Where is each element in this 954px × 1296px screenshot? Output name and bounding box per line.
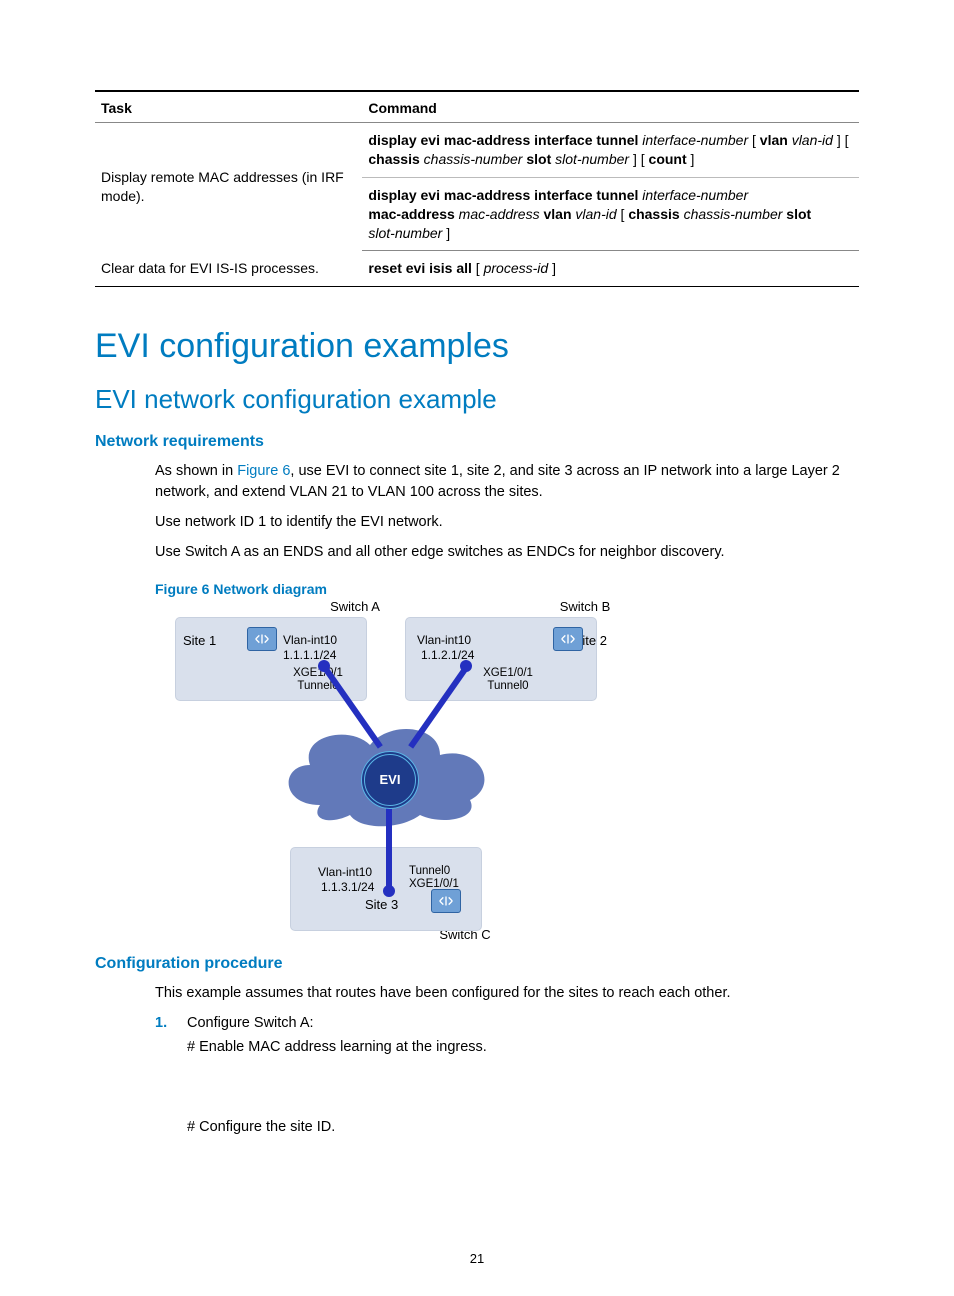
link-end-icon (318, 660, 330, 672)
router-icon (247, 627, 277, 651)
ip-c-label: 1.1.3.1/24 (321, 880, 374, 894)
task-cell: Clear data for EVI IS-IS processes. (95, 251, 362, 287)
page-title: EVI configuration examples (95, 327, 859, 366)
switch-a-label: Switch A (315, 599, 395, 614)
router-icon (553, 627, 583, 651)
link-end-icon (383, 885, 395, 897)
command-table: Task Command Display remote MAC addresse… (95, 90, 859, 287)
table-row: Clear data for EVI IS-IS processes. rese… (95, 251, 859, 287)
xge-c-label: Tunnel0XGE1/0/1 (409, 865, 479, 891)
command-cell: reset evi isis all [ process-id ] (362, 251, 859, 287)
paragraph: Use Switch A as an ENDS and all other ed… (155, 542, 859, 562)
command-cell: display evi mac-address interface tunnel… (362, 177, 859, 251)
switch-b-label: Switch B (545, 599, 625, 614)
th-task: Task (95, 91, 362, 123)
paragraph: This example assumes that routes have be… (155, 983, 859, 1003)
figure-caption: Figure 6 Network diagram (155, 581, 859, 597)
list-number: 1. (155, 1013, 187, 1033)
network-diagram: Switch A Switch B Switch C Site 1 Site 2… (175, 605, 615, 935)
link-line (386, 800, 392, 890)
subsection-requirements: Network requirements (95, 433, 859, 451)
figure-link[interactable]: Figure 6 (237, 463, 290, 479)
sub-step: # Configure the site ID. (187, 1119, 859, 1135)
ip-a-label: 1.1.1.1/24 (283, 648, 336, 662)
vlan-c-label: Vlan-int10 (318, 865, 372, 879)
th-command: Command (362, 91, 859, 123)
sub-step: # Enable MAC address learning at the ing… (187, 1039, 859, 1055)
table-row: Display remote MAC addresses (in IRF mod… (95, 123, 859, 178)
section-title: EVI network configuration example (95, 384, 859, 415)
paragraph: Use network ID 1 to identify the EVI net… (155, 512, 859, 532)
link-end-icon (460, 660, 472, 672)
xge-b-label: XGE1/0/1Tunnel0 (473, 667, 543, 693)
site-1-label: Site 1 (183, 633, 216, 648)
vlan-b-label: Vlan-int10 (417, 633, 471, 647)
task-cell: Display remote MAC addresses (in IRF mod… (95, 123, 362, 251)
subsection-configuration: Configuration procedure (95, 955, 859, 973)
command-cell: display evi mac-address interface tunnel… (362, 123, 859, 178)
paragraph: As shown in Figure 6, use EVI to connect… (155, 461, 859, 502)
evi-node-icon: EVI (361, 751, 419, 809)
site-3-label: Site 3 (365, 897, 398, 912)
router-icon (431, 889, 461, 913)
list-item: 1. Configure Switch A: (155, 1013, 859, 1033)
page-number: 21 (0, 1251, 954, 1266)
vlan-a-label: Vlan-int10 (283, 633, 337, 647)
list-body: Configure Switch A: (187, 1013, 859, 1033)
